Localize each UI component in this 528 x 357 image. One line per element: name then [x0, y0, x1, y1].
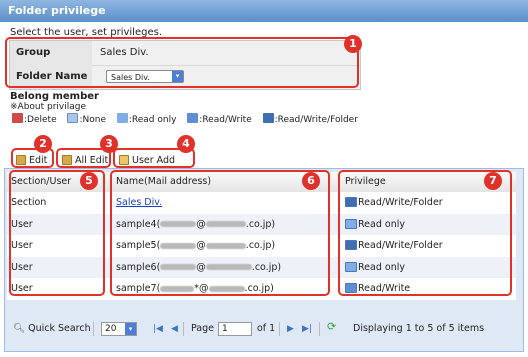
privilege-legend: :Delete :None :Read only :Read/Write :Re…	[12, 113, 358, 125]
callout-badge-1: 1	[344, 35, 362, 53]
page-size-select[interactable]: 20 ▾	[101, 322, 137, 336]
callout-badge-5: 5	[80, 172, 98, 190]
page-size-value: 20	[105, 324, 117, 334]
next-page-icon[interactable]: ▶	[287, 323, 294, 335]
pager-status: Displaying 1 to 5 of 5 items	[353, 323, 485, 334]
about-privilege-text: ※About privilage	[10, 102, 87, 112]
callout-badge-2: 2	[34, 135, 52, 153]
callout-badge-4: 4	[177, 135, 195, 153]
legend-read-write-folder-label: :Read/Write/Folder	[274, 115, 358, 125]
pager-separator	[319, 322, 320, 336]
callout-badge-6: 6	[302, 172, 320, 190]
page-number-input[interactable]: 1	[218, 322, 252, 336]
last-page-icon[interactable]: ▶|	[302, 323, 312, 335]
page-label: Page	[191, 323, 214, 334]
pager-separator	[183, 322, 184, 336]
pager-separator	[93, 322, 94, 336]
read-only-icon	[116, 113, 128, 123]
refresh-icon[interactable]: ⟳	[327, 321, 336, 333]
none-icon	[67, 113, 79, 123]
first-page-icon[interactable]: |◀	[153, 323, 163, 335]
read-write-icon	[187, 113, 199, 123]
callout-box-1	[5, 37, 359, 88]
belong-member-title: Belong member	[10, 91, 99, 102]
quick-search-button[interactable]: 🔍︎ Quick Search	[13, 318, 91, 340]
callout-badge-7: 7	[484, 172, 502, 190]
search-icon: 🔍︎	[13, 323, 26, 334]
read-write-folder-icon	[262, 113, 274, 123]
page-title: Folder privilege	[0, 0, 528, 22]
legend-none-label: :None	[79, 115, 106, 125]
quick-search-label: Quick Search	[28, 323, 91, 334]
legend-read-write-label: :Read/Write	[199, 115, 252, 125]
chevron-down-icon: ▾	[125, 323, 136, 335]
prev-page-icon[interactable]: ◀	[171, 323, 178, 335]
legend-read-only-label: :Read only	[128, 115, 177, 125]
delete-icon	[12, 113, 23, 123]
pager-bar: 🔍︎ Quick Search 20 ▾ |◀ ◀ Page 1 of 1 ▶ …	[7, 318, 516, 340]
callout-box-7	[338, 170, 512, 296]
callout-box-6	[110, 170, 330, 296]
legend-delete-label: :Delete	[24, 115, 57, 125]
pager-separator	[279, 322, 280, 336]
page-of-label: of 1	[257, 323, 276, 334]
